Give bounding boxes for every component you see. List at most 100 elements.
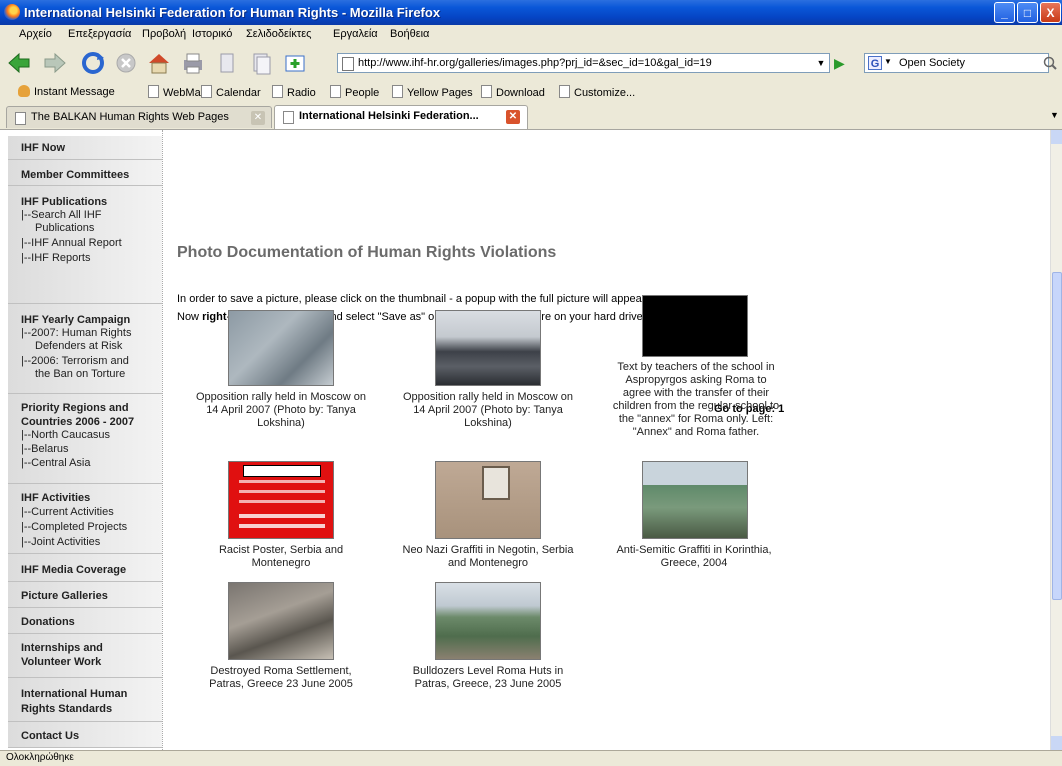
menu-view[interactable]: Προβολή: [142, 28, 186, 40]
close-tab-icon[interactable]: ✕: [251, 111, 265, 125]
back-arrow-icon[interactable]: [6, 50, 32, 76]
sidebar-heading[interactable]: IHF Publications: [21, 186, 162, 209]
url-history-dropdown[interactable]: ▼: [812, 53, 830, 73]
bookmark-download[interactable]: Download: [481, 85, 545, 99]
search-bar[interactable]: G ▼: [864, 53, 1049, 73]
bookmark-instant-message[interactable]: Instant Message: [18, 85, 115, 98]
sidebar-item-standards[interactable]: International Human Rights Standards: [8, 678, 162, 722]
gallery-thumbnail[interactable]: [228, 310, 334, 386]
intro-text: In order to save a picture, please click…: [177, 293, 648, 305]
sidebar-link[interactable]: |--Current Activities: [21, 505, 162, 519]
window-title: International Helsinki Federation for Hu…: [24, 5, 441, 20]
sidebar-item-label: IHF Media Coverage: [21, 564, 127, 576]
sidebar-link[interactable]: Defenders at Risk: [21, 340, 162, 353]
sidebar-item-donations[interactable]: Donations: [8, 608, 162, 634]
gallery-thumbnail[interactable]: [228, 582, 334, 660]
scroll-thumb[interactable]: [1052, 272, 1062, 600]
poster-text-line: [239, 480, 325, 483]
gallery-thumbnail[interactable]: [642, 461, 748, 539]
bookmark-label: People: [345, 87, 380, 99]
bookmark-yellow-pages[interactable]: Yellow Pages: [392, 85, 473, 99]
sidebar-heading[interactable]: IHF Yearly Campaign: [21, 304, 162, 327]
search-input[interactable]: [899, 55, 1039, 71]
gallery-thumbnail[interactable]: [228, 461, 334, 539]
close-button[interactable]: X: [1040, 2, 1061, 23]
sidebar-item-label: IHF Now: [21, 142, 65, 154]
page-copy-icon[interactable]: [248, 50, 274, 76]
sidebar-link[interactable]: |--Belarus: [21, 442, 162, 456]
sidebar-link[interactable]: |--Search All IHF: [21, 209, 162, 222]
sidebar-item-picture-galleries[interactable]: Picture Galleries: [8, 582, 162, 608]
sidebar-link[interactable]: |--Joint Activities: [21, 534, 162, 549]
sidebar-link[interactable]: Publications: [21, 222, 162, 235]
bookmark-label: Radio: [287, 87, 316, 99]
sidebar-item-contact[interactable]: Contact Us: [8, 722, 162, 748]
sidebar-link[interactable]: |--Completed Projects: [21, 519, 162, 534]
tab-list-chevron-icon[interactable]: ▼: [1050, 110, 1059, 120]
search-engine-icon[interactable]: G: [868, 56, 882, 70]
sidebar-heading[interactable]: IHF Activities: [21, 484, 162, 505]
firefox-logo-icon: [4, 4, 20, 20]
bookmark-customize[interactable]: Customize...: [559, 85, 635, 99]
bookmark-radio[interactable]: Radio: [272, 85, 316, 99]
poster-banner: [243, 465, 321, 477]
gallery-thumbnail[interactable]: [435, 582, 541, 660]
menu-bookmarks[interactable]: Σελιδοδείκτες: [246, 28, 311, 40]
sidebar-item-ihf-now[interactable]: IHF Now: [8, 136, 162, 160]
home-icon[interactable]: [146, 50, 172, 76]
intro-text-part: Now: [177, 311, 203, 323]
chevron-down-icon[interactable]: ▼: [884, 57, 892, 66]
new-tab-icon[interactable]: [282, 50, 308, 76]
bookmark-webmail[interactable]: WebMail: [148, 85, 206, 99]
scroll-up-arrow-icon[interactable]: [1051, 130, 1062, 144]
minimize-button[interactable]: _: [994, 2, 1015, 23]
sidebar-link[interactable]: |--2006: Terrorism and: [21, 353, 162, 368]
menu-file[interactable]: Αρχείο: [19, 28, 52, 40]
print-icon[interactable]: [180, 50, 206, 76]
sidebar-link[interactable]: |--Central Asia: [21, 456, 162, 470]
menu-tools[interactable]: Εργαλεία: [333, 28, 378, 40]
maximize-button[interactable]: □: [1017, 2, 1038, 23]
menu-help[interactable]: Βοήθεια: [390, 28, 429, 40]
bookmark-calendar[interactable]: Calendar: [201, 85, 261, 99]
page-tool-icon[interactable]: [214, 50, 240, 76]
scroll-down-arrow-icon[interactable]: [1051, 736, 1062, 750]
menu-edit[interactable]: Επεξεργασία: [68, 28, 131, 40]
menu-history[interactable]: Ιστορικό: [192, 28, 232, 40]
sidebar-item-label: International Human: [21, 688, 128, 700]
close-tab-icon[interactable]: ✕: [506, 110, 520, 124]
sidebar-item-member-committees[interactable]: Member Committees: [8, 160, 162, 186]
bookmark-label: Instant Message: [34, 86, 115, 98]
gallery-thumbnail[interactable]: [642, 295, 748, 357]
bookmark-label: Yellow Pages: [407, 87, 473, 99]
sidebar-item-internships[interactable]: Internships and Volunteer Work: [8, 634, 162, 678]
sidebar-link[interactable]: the Ban on Torture: [21, 368, 162, 381]
poster-text-line: [239, 490, 325, 493]
url-bar[interactable]: [337, 53, 830, 73]
search-icon[interactable]: [1042, 55, 1058, 71]
vertical-scrollbar[interactable]: [1050, 130, 1062, 750]
reload-icon[interactable]: [80, 50, 106, 76]
sidebar-item-media-coverage[interactable]: IHF Media Coverage: [8, 554, 162, 582]
tab-ihf[interactable]: International Helsinki Federation... ✕: [274, 105, 528, 129]
bookmark-label: Customize...: [574, 87, 636, 99]
pagination[interactable]: Go to page: 1: [714, 403, 784, 415]
sidebar-link[interactable]: |--IHF Annual Report: [21, 235, 162, 250]
sidebar-heading[interactable]: Countries 2006 - 2007: [21, 415, 162, 429]
stop-icon[interactable]: [113, 50, 139, 76]
tab-balkan-human-rights[interactable]: The BALKAN Human Rights Web Pages ✕: [6, 106, 272, 128]
sidebar-item-label: Volunteer Work: [21, 656, 102, 668]
sidebar-link[interactable]: |--North Caucasus: [21, 429, 162, 442]
sidebar-heading[interactable]: Priority Regions and: [21, 394, 162, 415]
sidebar-link[interactable]: |--IHF Reports: [21, 250, 162, 265]
window-title-bar[interactable]: International Helsinki Federation for Hu…: [0, 0, 1062, 25]
bookmark-people[interactable]: People: [330, 85, 379, 99]
poster-text-line: [239, 524, 325, 528]
tab-bar: The BALKAN Human Rights Web Pages ✕ Inte…: [0, 103, 1062, 130]
sidebar-link[interactable]: |--2007: Human Rights: [21, 327, 162, 340]
go-button[interactable]: ▶: [834, 54, 850, 72]
gallery-thumbnail[interactable]: [435, 310, 541, 386]
forward-arrow-icon[interactable]: [42, 50, 68, 76]
url-input[interactable]: [358, 55, 798, 71]
gallery-thumbnail[interactable]: [435, 461, 541, 539]
